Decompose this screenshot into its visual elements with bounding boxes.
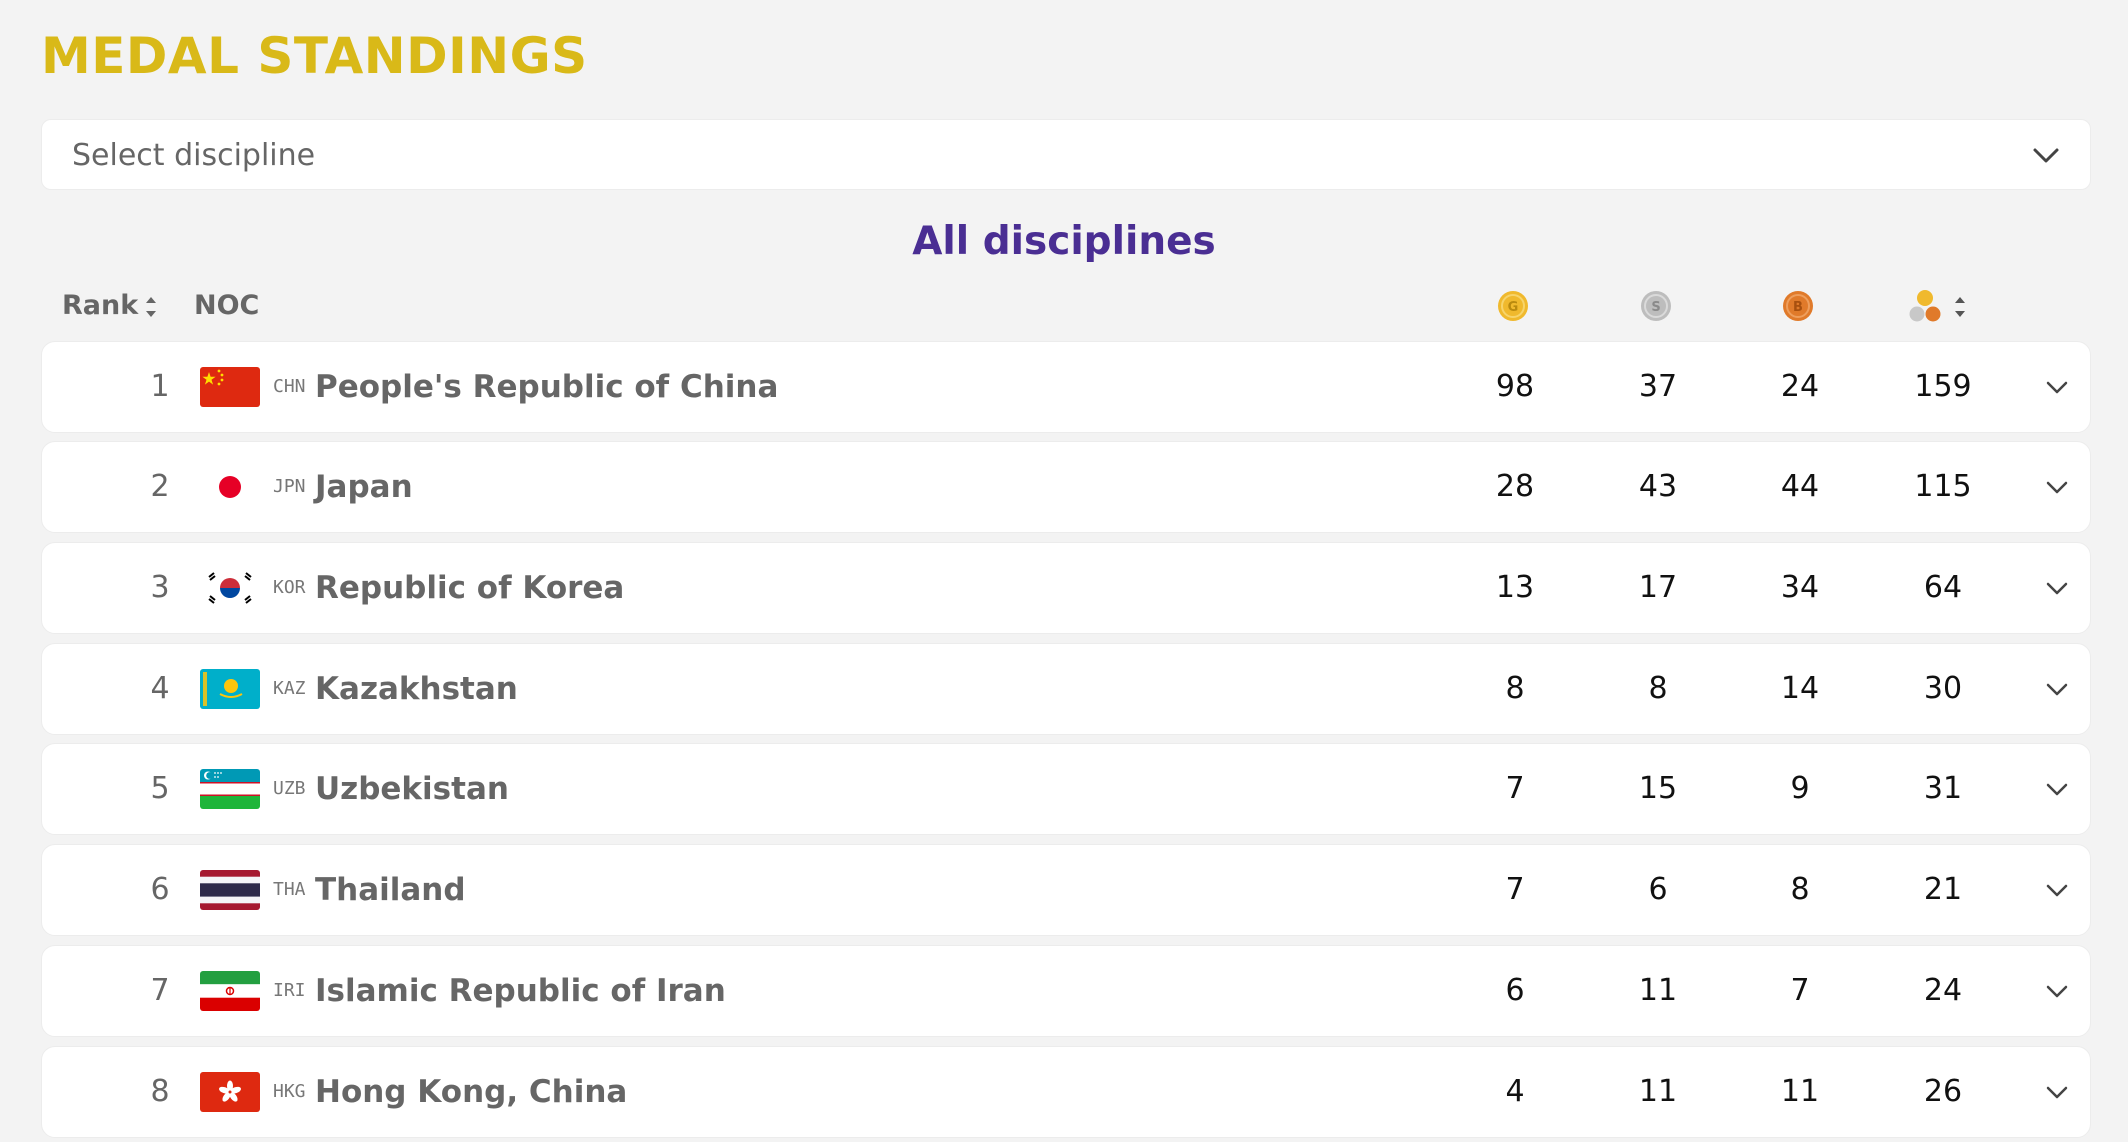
country-name[interactable]: Kazakhstan: [315, 644, 518, 734]
discipline-select-placeholder: Select discipline: [72, 138, 316, 173]
gold-count: 6: [1505, 973, 1525, 1008]
country-name[interactable]: Islamic Republic of Iran: [315, 946, 726, 1036]
bronze-count: 24: [1780, 369, 1820, 404]
expand-chevron-icon[interactable]: [2042, 774, 2072, 804]
flag-kazakhstan-icon: [200, 669, 260, 709]
noc-code: CHN: [273, 376, 306, 397]
expand-chevron-icon[interactable]: [2042, 674, 2072, 704]
flag-uzbekistan-icon: [200, 769, 260, 809]
silver-count: 8: [1648, 671, 1668, 706]
page-title: MEDAL STANDINGS: [41, 27, 588, 85]
standings-row[interactable]: 7 IRI Islamic Republic of Iran 6 11 7 24: [41, 945, 2091, 1037]
country-name[interactable]: People's Republic of China: [315, 342, 778, 432]
total-count: 30: [1923, 671, 1963, 706]
gold-count: 28: [1495, 469, 1535, 504]
total-count: 115: [1914, 469, 1972, 504]
chevron-down-icon: [2033, 148, 2059, 163]
expand-chevron-icon[interactable]: [2042, 1077, 2072, 1107]
noc-code: HKG: [273, 1081, 306, 1102]
flag-china-icon: [200, 367, 260, 407]
bronze-medal-icon: B: [1783, 291, 1813, 321]
flag-korea-icon: [200, 568, 260, 608]
standings-row[interactable]: 1 CHN People's Republic of China 98 37 2…: [41, 341, 2091, 433]
standings-row[interactable]: 6 THA Thailand 7 6 8 21: [41, 844, 2091, 936]
noc-code: THA: [273, 879, 306, 900]
silver-count: 37: [1638, 369, 1678, 404]
flag-thailand-icon: [200, 870, 260, 910]
total-medals-icon: [1909, 290, 1941, 322]
rank-sort-icon[interactable]: [143, 292, 159, 322]
silver-letter: S: [1651, 300, 1660, 315]
noc-code: JPN: [273, 476, 306, 497]
total-count: 24: [1923, 973, 1963, 1008]
gold-letter: G: [1508, 300, 1519, 315]
standings-row[interactable]: 5 UZB Uzbekistan 7 15 9 31: [41, 743, 2091, 835]
standings-row[interactable]: 4 KAZ Kazakhstan 8 8 14 30: [41, 643, 2091, 735]
bronze-count: 9: [1790, 771, 1810, 806]
discipline-subtitle: All disciplines: [912, 219, 1216, 264]
gold-count: 13: [1495, 570, 1535, 605]
expand-chevron-icon[interactable]: [2042, 372, 2072, 402]
country-name[interactable]: Thailand: [315, 845, 466, 935]
silver-count: 15: [1638, 771, 1678, 806]
expand-chevron-icon[interactable]: [2042, 875, 2072, 905]
noc-code: KOR: [273, 577, 306, 598]
bronze-count: 11: [1780, 1074, 1820, 1109]
noc-code: IRI: [273, 980, 306, 1001]
flag-iran-icon: [200, 971, 260, 1011]
silver-count: 11: [1638, 1074, 1678, 1109]
gold-count: 7: [1505, 872, 1525, 907]
noc-code: UZB: [273, 778, 306, 799]
silver-count: 6: [1648, 872, 1668, 907]
expand-chevron-icon[interactable]: [2042, 976, 2072, 1006]
gold-count: 98: [1495, 369, 1535, 404]
gold-count: 7: [1505, 771, 1525, 806]
rank-column-header[interactable]: Rank: [62, 288, 138, 324]
standings-row[interactable]: 2 JPN Japan 28 43 44 115: [41, 441, 2091, 533]
bronze-count: 44: [1780, 469, 1820, 504]
expand-chevron-icon[interactable]: [2042, 472, 2072, 502]
silver-count: 43: [1638, 469, 1678, 504]
standings-row[interactable]: 3 KOR Republic of Korea 13 17 34 64: [41, 542, 2091, 634]
bronze-count: 7: [1790, 973, 1810, 1008]
gold-medal-icon: G: [1498, 291, 1528, 321]
total-count: 159: [1914, 369, 1972, 404]
gold-count: 8: [1505, 671, 1525, 706]
country-name[interactable]: Uzbekistan: [315, 744, 509, 834]
country-name[interactable]: Hong Kong, China: [315, 1047, 627, 1137]
total-sort-icon[interactable]: [1952, 292, 1968, 322]
flag-japan-icon: [200, 467, 260, 507]
bronze-count: 14: [1780, 671, 1820, 706]
silver-count: 11: [1638, 973, 1678, 1008]
silver-medal-icon: S: [1641, 291, 1671, 321]
bronze-count: 8: [1790, 872, 1810, 907]
bronze-letter: B: [1793, 300, 1803, 315]
flag-hong-kong-icon: [200, 1072, 260, 1112]
noc-column-header: NOC: [194, 290, 260, 321]
discipline-select[interactable]: Select discipline: [41, 119, 2091, 190]
gold-count: 4: [1505, 1074, 1525, 1109]
standings-row[interactable]: 8 HKG Hong Kong, China 4 11 11 26: [41, 1046, 2091, 1138]
silver-count: 17: [1638, 570, 1678, 605]
noc-code: KAZ: [273, 678, 306, 699]
total-count: 26: [1923, 1074, 1963, 1109]
bronze-count: 34: [1780, 570, 1820, 605]
expand-chevron-icon[interactable]: [2042, 573, 2072, 603]
country-name[interactable]: Republic of Korea: [315, 543, 624, 633]
total-count: 21: [1923, 872, 1963, 907]
total-count: 31: [1923, 771, 1963, 806]
country-name[interactable]: Japan: [315, 442, 413, 532]
total-count: 64: [1923, 570, 1963, 605]
